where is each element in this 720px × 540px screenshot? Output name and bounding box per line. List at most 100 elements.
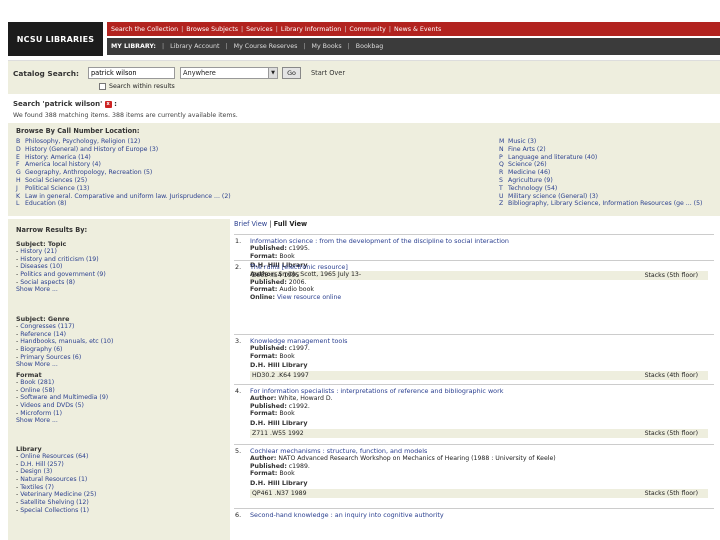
call-number-item[interactable]: P Language and literature (40) [499,154,702,162]
call-number-code[interactable]: D [16,146,25,154]
call-number-code[interactable]: L [16,200,25,208]
facet-item[interactable]: - Social aspects (8) [16,279,106,287]
call-number-item[interactable]: F America local history (4) [16,161,231,169]
my-course-reserves-link[interactable]: My Course Reserves [234,43,298,50]
call-number-item[interactable]: S Agriculture (9) [499,177,702,185]
my-library-account-link[interactable]: Library Account [170,43,219,50]
facet-item[interactable]: - Reference (14) [16,331,113,339]
facet-item-label[interactable]: Primary Sources (6) [20,354,81,361]
tab-full-view[interactable]: Full View [274,220,308,228]
call-number-item[interactable]: J Political Science (13) [16,185,231,193]
remove-search-icon[interactable]: x [104,100,112,108]
facet-item[interactable]: - Special Collections (1) [16,507,96,515]
call-number-code[interactable]: Z [499,200,508,208]
result-title-link[interactable]: Information science : from the developme… [250,237,509,245]
facet-item-label[interactable]: Microform (1) [20,410,62,417]
facet-item-label[interactable]: Satellite Shelving (12) [20,499,89,506]
result-title-link[interactable]: For information specialists : interpreta… [250,387,503,395]
nav-search-collection[interactable]: Search the Collection [111,26,178,33]
call-number-code[interactable]: T [499,185,508,193]
call-number-label[interactable]: Music (3) [508,138,536,145]
facet-item[interactable]: - Handbooks, manuals, etc (10) [16,338,113,346]
nav-community[interactable]: Community [349,26,385,33]
nav-browse-subjects[interactable]: Browse Subjects [186,26,238,33]
call-number-code[interactable]: B [16,138,25,146]
call-number-item[interactable]: L Education (8) [16,200,231,208]
call-number-label[interactable]: Philosophy, Psychology, Religion (12) [25,138,140,145]
call-number-label[interactable]: Language and literature (40) [508,154,597,161]
my-books-link[interactable]: My Books [312,43,342,50]
call-number-label[interactable]: Science (26) [508,161,547,168]
facet-item[interactable]: - Congresses (117) [16,323,113,331]
call-number-item[interactable]: K Law in general. Comparative and uniform… [16,193,231,201]
call-number-code[interactable]: G [16,169,25,177]
call-number-item[interactable]: Z Bibliography, Library Science, Informat… [499,200,702,208]
facet-item[interactable]: - Software and Multimedia (9) [16,394,108,402]
show-more-link[interactable]: Show More ... [16,361,113,369]
search-within-results[interactable]: Search within results [99,83,175,90]
facet-item[interactable]: - Microform (1) [16,410,108,418]
call-number-code[interactable]: S [499,177,508,185]
call-number-code[interactable]: J [16,185,25,193]
call-number-item[interactable]: H Social Sciences (25) [16,177,231,185]
result-title-link[interactable]: The ruins [electronic resource] [250,263,348,271]
facet-item-label[interactable]: Online (58) [20,387,55,394]
facet-item-label[interactable]: D.H. Hill (257) [20,461,64,468]
facet-item-label[interactable]: Diseases (10) [20,263,62,270]
call-number-code[interactable]: N [499,146,508,154]
call-number-label[interactable]: History (General) and History of Europe … [25,146,158,153]
facet-item[interactable]: - Natural Resources (1) [16,476,96,484]
facet-item[interactable]: - Design (3) [16,468,96,476]
call-number-label[interactable]: Fine Arts (2) [508,146,546,153]
facet-item[interactable]: - D.H. Hill (257) [16,461,96,469]
facet-item-label[interactable]: Design (3) [20,468,52,475]
call-number-label[interactable]: Technology (54) [508,185,557,192]
facet-item-label[interactable]: Congresses (117) [20,323,74,330]
facet-item-label[interactable]: Textiles (7) [20,484,54,491]
go-button[interactable]: Go [282,67,301,79]
search-scope-select[interactable]: Anywhere ▼ [180,67,278,79]
nav-library-information[interactable]: Library Information [281,26,341,33]
call-number-code[interactable]: H [16,177,25,185]
facet-item[interactable]: - Biography (6) [16,346,113,354]
facet-item-label[interactable]: Book (281) [20,379,54,386]
call-number-label[interactable]: Military science (General) (3) [508,193,598,200]
result-field-value[interactable]: View resource online [277,294,341,301]
show-more-link[interactable]: Show More ... [16,417,108,425]
call-number-code[interactable]: U [499,193,508,201]
call-number-label[interactable]: Social Sciences (25) [25,177,87,184]
ncsu-libraries-logo[interactable]: NCSU LIBRARIES [8,22,103,56]
call-number-item[interactable]: E History: America (14) [16,154,231,162]
call-number-label[interactable]: Geography, Anthropology, Recreation (5) [25,169,152,176]
facet-item-label[interactable]: Special Collections (1) [20,507,89,514]
facet-item[interactable]: - Textiles (7) [16,484,96,492]
facet-item-label[interactable]: Politics and government (9) [20,271,106,278]
call-number-item[interactable]: B Philosophy, Psychology, Religion (12) [16,138,231,146]
facet-item[interactable]: - Videos and DVDs (5) [16,402,108,410]
call-number-code[interactable]: Q [499,161,508,169]
facet-item[interactable]: - Online (58) [16,387,108,395]
facet-item[interactable]: - Satellite Shelving (12) [16,499,96,507]
start-over-link[interactable]: Start Over [311,69,345,77]
facet-item-label[interactable]: Veterinary Medicine (25) [20,491,96,498]
chevron-down-icon[interactable]: ▼ [268,68,277,78]
call-number-code[interactable]: P [499,154,508,162]
call-number-label[interactable]: Political Science (13) [25,185,89,192]
search-within-checkbox[interactable] [99,83,106,90]
result-title-link[interactable]: Cochlear mechanisms : structure, functio… [250,447,427,455]
facet-item-label[interactable]: Online Resources (64) [20,453,88,460]
call-number-item[interactable]: Q Science (26) [499,161,702,169]
facet-item[interactable]: - Veterinary Medicine (25) [16,491,96,499]
call-number-item[interactable]: G Geography, Anthropology, Recreation (5) [16,169,231,177]
call-number-label[interactable]: Medicine (46) [508,169,550,176]
facet-item-label[interactable]: History (21) [20,248,57,255]
show-more-link[interactable]: Show More ... [16,286,106,294]
nav-services[interactable]: Services [246,26,273,33]
call-number-item[interactable]: U Military science (General) (3) [499,193,702,201]
call-number-code[interactable]: E [16,154,25,162]
facet-item[interactable]: - Primary Sources (6) [16,354,113,362]
call-number-code[interactable]: R [499,169,508,177]
facet-item[interactable]: - History and criticism (19) [16,256,106,264]
call-number-code[interactable]: K [16,193,25,201]
facet-item-label[interactable]: Natural Resources (1) [20,476,87,483]
